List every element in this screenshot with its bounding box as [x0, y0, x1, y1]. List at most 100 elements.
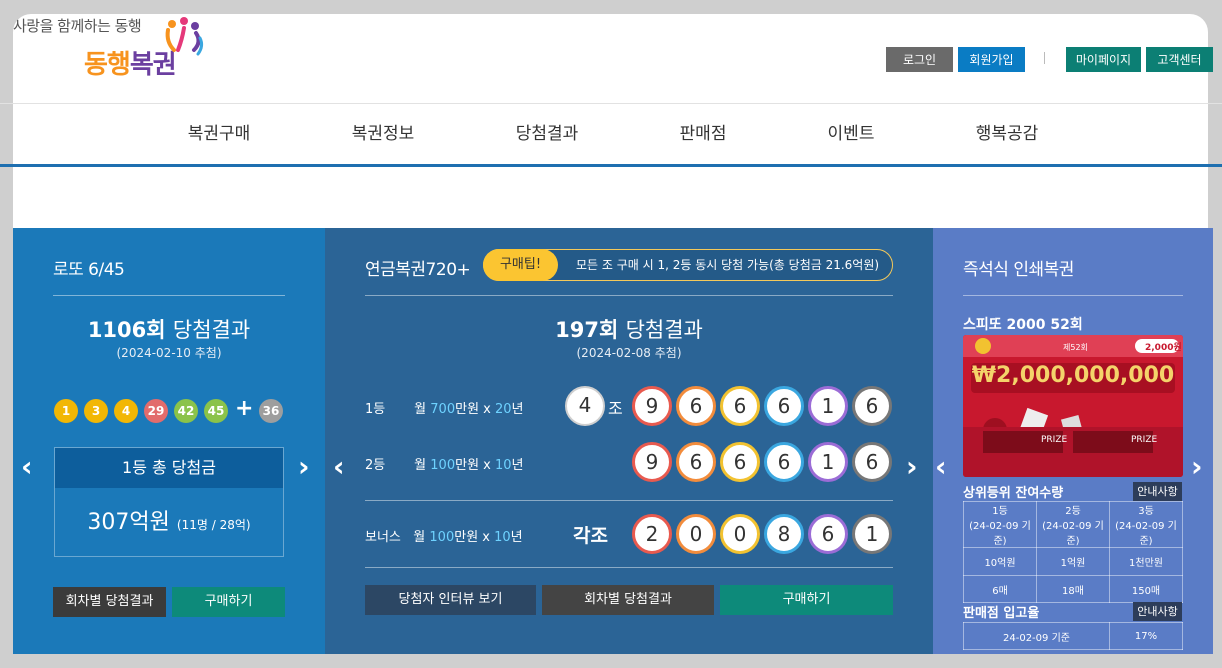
speetto-ticket-art [963, 335, 1183, 477]
remain-header-row: 1등 (24-02-09 기준) 2등 (24-02-09 기준) 3등 (24-02… [963, 501, 1183, 548]
store-title: 판매점 입고율 [963, 606, 1040, 621]
main-nav: 복권구매 복권정보 당첨결과 판매점 이벤트 행복공감 [0, 104, 1222, 166]
lotto-ball: 42 [174, 399, 198, 423]
rank2-label: 2등 [365, 458, 386, 473]
ticket-price: 2,000원 [1145, 343, 1182, 353]
lotto-title: 로또 6/45 [53, 260, 125, 280]
bonus-prefix: 월 [413, 530, 426, 545]
lotto-prize-box: 1등 총 당첨금 307억원 (11명 / 28억) [54, 447, 284, 557]
remain-count-2: 18매 [1036, 575, 1110, 603]
rank2-prefix: 월 [414, 458, 427, 473]
store-date: 24-02-09 기준 [963, 622, 1110, 650]
nav-buy[interactable]: 복권구매 [188, 104, 251, 164]
pension-bonus-divider [365, 567, 893, 568]
pension-round-suffix: 당첨결과 [625, 318, 703, 342]
rank2-digit-ball: 9 [632, 442, 672, 482]
nav-happiness[interactable]: 행복공감 [976, 104, 1039, 164]
pension-interview-button[interactable]: 당첨자 인터뷰 보기 [365, 585, 536, 615]
bonus-unit: 만원 x [454, 530, 490, 545]
store-table: 24-02-09 기준 17% [963, 622, 1183, 650]
bonus-digit-ball: 2 [632, 514, 672, 554]
rank1-digit-ball: 9 [632, 386, 672, 426]
bonus-digit-ball: 0 [720, 514, 760, 554]
lotto-ball: 4 [114, 399, 138, 423]
slogan: 사랑을 함께하는 동행 [13, 17, 142, 35]
lotto-prev-arrow-icon[interactable]: ‹ [21, 450, 33, 483]
pension-panel: 연금복권720+ 구매팁! 모든 조 구매 시 1, 2등 동시 당첨 가능(총… [325, 228, 933, 654]
customer-center-button[interactable]: 고객센터 [1146, 47, 1213, 72]
rank2-digit-ball: 6 [676, 442, 716, 482]
instant-title: 즉석식 인쇄복권 [963, 260, 1074, 280]
pension-rank-divider [365, 500, 893, 501]
rank2-unit: 만원 x [455, 458, 491, 473]
lotto-prize-amount-row: 307억원 (11명 / 28억) [55, 504, 283, 536]
login-button[interactable]: 로그인 [886, 47, 953, 72]
join-button[interactable]: 회원가입 [958, 47, 1025, 72]
instant-title-divider [963, 295, 1183, 296]
pension-next-arrow-icon[interactable]: › [906, 450, 918, 483]
pension-round: 197회 [555, 318, 619, 342]
remain-prize-2: 1억원 [1036, 547, 1110, 576]
pension-rank2-info: 2등 월 100만원 x 10년 [365, 454, 524, 473]
lotto-draw-date: (2024-02-10 추첨) [116, 346, 222, 360]
pension-tip: 구매팁! 모든 조 구매 시 1, 2등 동시 당첨 가능(총 당첨금 21.6… [483, 249, 893, 281]
rank1-years: 20 [495, 402, 512, 417]
pension-group-unit: 조 [608, 399, 623, 418]
instant-next-arrow-icon[interactable]: › [1191, 450, 1203, 483]
mypage-button[interactable]: 마이페이지 [1066, 47, 1141, 72]
remain-count-1: 6매 [963, 575, 1037, 603]
rank2-years: 10 [495, 458, 512, 473]
pension-title-divider [365, 295, 893, 296]
remain-table: 1등 (24-02-09 기준) 2등 (24-02-09 기준) 3등 (24-02… [963, 501, 1183, 603]
rank2-amount: 100 [430, 458, 456, 473]
nav-info[interactable]: 복권정보 [352, 104, 415, 164]
remain-prize-row: 10억원 1억원 1천만원 [963, 547, 1183, 576]
remain-guide-button[interactable]: 안내사항 [1133, 482, 1182, 501]
pension-title: 연금복권720+ [365, 260, 471, 280]
nav-results[interactable]: 당첨결과 [516, 104, 579, 164]
bonus-years: 10 [494, 530, 511, 545]
logo-mark-icon [165, 17, 204, 56]
rank2-digit-ball: 6 [720, 442, 760, 482]
store-guide-button[interactable]: 안내사항 [1133, 602, 1182, 621]
nav-events[interactable]: 이벤트 [828, 104, 875, 164]
lotto-panel: 로또 6/45 1106회 당첨결과 (2024-02-10 추첨) 1 3 4 29… [13, 228, 325, 654]
pension-rank1-info: 1등 월 700만원 x 20년 [365, 398, 524, 417]
rank1-digit-ball: 6 [764, 386, 804, 426]
remain-count-row: 6매 18매 150매 [963, 575, 1183, 603]
pension-prev-arrow-icon[interactable]: ‹ [333, 450, 345, 483]
lotto-bonus-ball: 36 [259, 399, 283, 423]
remain-title: 상위등위 잔여수량 [963, 486, 1064, 501]
pension-group-ball: 4 [565, 386, 605, 426]
nav-underline [0, 164, 1222, 167]
lotto-buy-button[interactable]: 구매하기 [172, 587, 285, 617]
bonus-digit-ball: 0 [676, 514, 716, 554]
rank2-digit-ball: 6 [852, 442, 892, 482]
nav-stores[interactable]: 판매점 [680, 104, 727, 164]
speetto-ticket-image[interactable]: 제52회 2,000원 ₩2,000,000,000 PRIZE PRIZE [963, 335, 1183, 477]
ticket-label-2: PRIZE [1131, 435, 1158, 445]
lotto-next-arrow-icon[interactable]: › [298, 450, 310, 483]
remain-prize-1: 10억원 [963, 547, 1037, 576]
pension-by-round-button[interactable]: 회차별 당첨결과 [542, 585, 714, 615]
bottom-strip [13, 654, 1213, 668]
bonus-digit-ball: 1 [852, 514, 892, 554]
lotto-prize-amount: 307억원 [87, 510, 170, 535]
lotto-round-heading: 1106회 당첨결과 [13, 314, 325, 344]
lotto-ball: 3 [84, 399, 108, 423]
ticket-round: 제52회 [1063, 343, 1088, 352]
store-rate: 17% [1109, 622, 1183, 650]
pension-buy-button[interactable]: 구매하기 [720, 585, 893, 615]
ticket-prize: ₩2,000,000,000 [971, 363, 1175, 388]
rank1-amount: 700 [430, 402, 456, 417]
lotto-plus-icon: + [235, 396, 254, 421]
lotto-by-round-button[interactable]: 회차별 당첨결과 [53, 587, 166, 617]
store-row: 24-02-09 기준 17% [963, 622, 1183, 650]
rank2-year-unit: 년 [511, 458, 524, 473]
util-divider [1044, 52, 1045, 64]
bonus-label: 보너스 [365, 530, 401, 545]
remain-count-3: 150매 [1109, 575, 1183, 603]
instant-prev-arrow-icon[interactable]: ‹ [935, 450, 947, 483]
instant-product-name: 스피또 2000 52회 [963, 317, 1083, 333]
rank1-digit-ball: 6 [852, 386, 892, 426]
